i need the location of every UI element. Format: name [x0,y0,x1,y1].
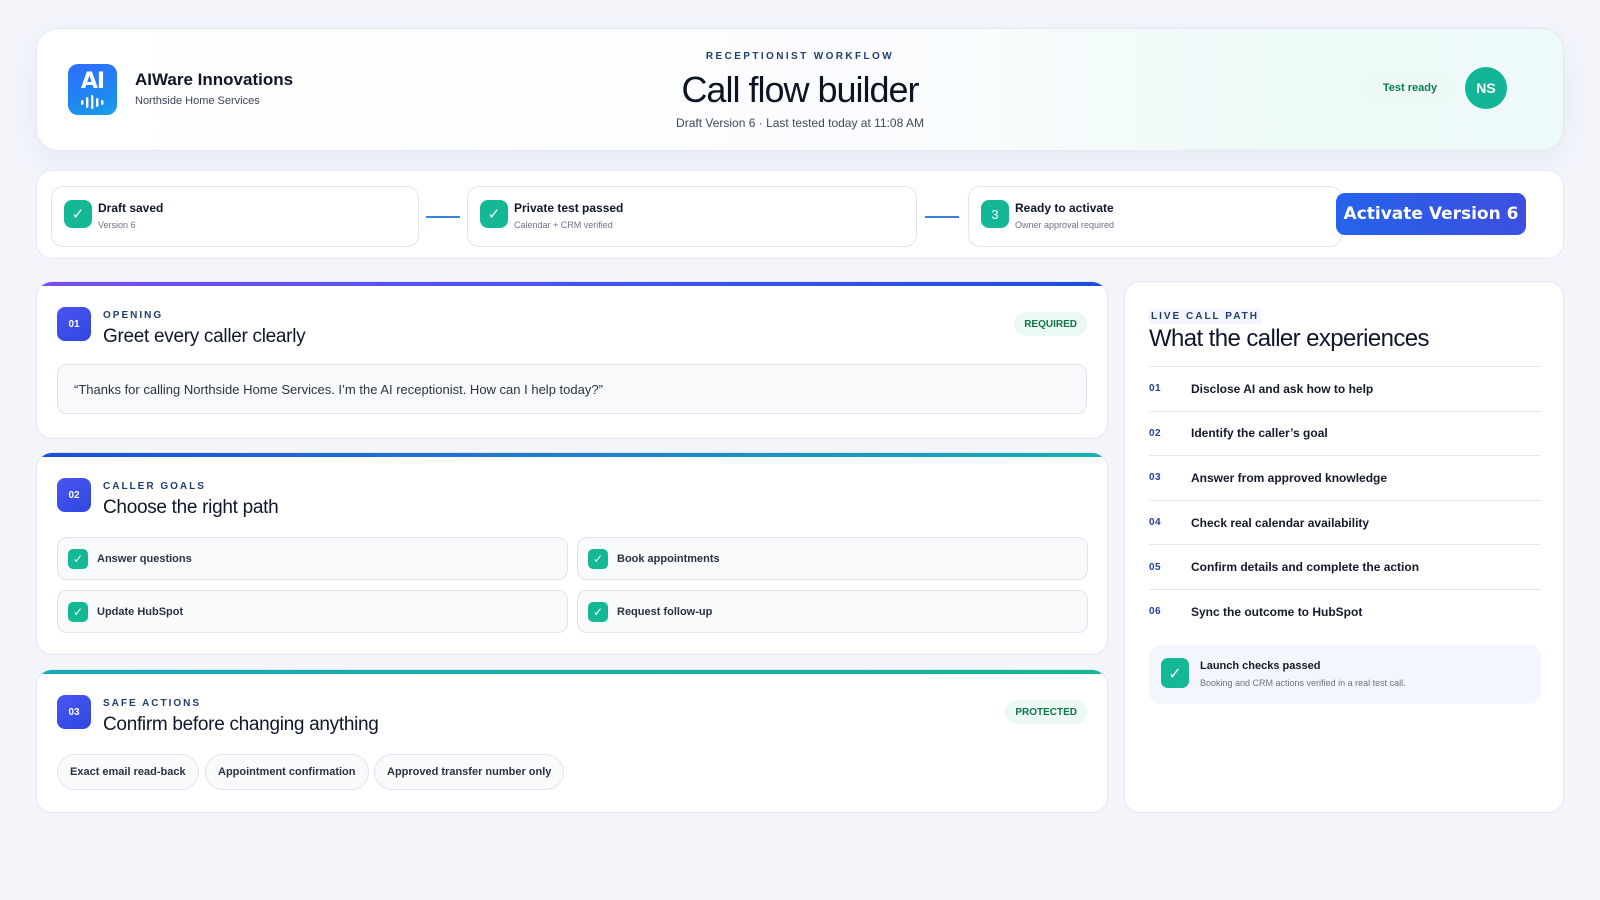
section-title: Greet every caller clearly [103,326,306,347]
goal-answer-questions[interactable]: ✓ Answer questions [57,537,568,580]
publish-steps: ✓ Draft saved Version 6 ✓ Private test p… [36,170,1564,259]
goal-label: Answer questions [97,552,192,565]
step-subtitle: Version 6 [98,220,136,230]
opening-section: 01 OPENING Greet every caller clearly RE… [36,281,1108,439]
section-eyebrow: CALLER GOALS [103,481,206,492]
section-title: Confirm before changing anything [103,714,379,735]
goal-label: Book appointments [617,552,720,565]
step-subtitle: Owner approval required [1015,220,1115,230]
page-title: Call flow builder [681,69,919,110]
path-step-number: 01 [1149,383,1162,395]
section-accent-bar [37,282,1107,286]
panel-title: What the caller experiences [1149,325,1430,352]
required-badge: REQUIRED [1014,312,1087,336]
test-ready-badge: Test ready [1365,74,1455,102]
version-status: Draft Version 6 · Last tested today at 1… [676,116,924,130]
pill-appointment-confirmation[interactable]: Appointment confirmation [205,754,369,790]
app-header: AI AIWare Innovations Northside Home Ser… [36,28,1564,151]
step-ready-to-activate: 3 Ready to activate Owner approval requi… [968,186,1342,247]
goal-book-appointments[interactable]: ✓ Book appointments [577,537,1088,580]
path-step-number: 03 [1149,472,1162,484]
step-title: Draft saved [98,201,164,215]
pill-approved-transfer[interactable]: Approved transfer number only [374,754,565,790]
check-icon: ✓ [68,548,88,569]
safe-actions-section: 03 SAFE ACTIONS Confirm before changing … [36,669,1108,813]
path-step-number: 06 [1149,606,1162,618]
section-title: Choose the right path [103,497,279,518]
goal-label: Update HubSpot [97,605,184,618]
path-step-label: Check real calendar availability [1191,515,1370,530]
check-icon: ✓ [1161,658,1189,688]
path-step[interactable]: 03 Answer from approved knowledge [1149,455,1541,500]
step-title: Ready to activate [1015,201,1114,215]
greeting-script[interactable]: “Thanks for calling Northside Home Servi… [57,364,1087,414]
check-icon: ✓ [64,200,92,228]
section-number: 01 [57,307,91,341]
section-eyebrow: SAFE ACTIONS [103,698,202,709]
check-icon: ✓ [68,601,88,622]
path-step-label: Identify the caller’s goal [1191,426,1328,441]
step-title: Private test passed [514,201,624,215]
step-subtitle: Calendar + CRM verified [514,220,613,230]
path-step[interactable]: 04 Check real calendar availability [1149,499,1541,545]
path-step[interactable]: 05 Confirm details and complete the acti… [1149,544,1541,589]
user-avatar[interactable]: NS [1465,67,1507,109]
section-number: 03 [57,695,91,729]
step-number: 3 [981,200,1009,228]
path-step[interactable]: 01 Disclose AI and ask how to help [1149,366,1541,411]
panel-eyebrow: LIVE CALL PATH [1149,309,1261,324]
launch-checks-callout: ✓ Launch checks passed Booking and CRM a… [1149,645,1541,704]
workflow-eyebrow: RECEPTIONIST WORKFLOW [705,51,895,62]
step-draft-saved: ✓ Draft saved Version 6 [51,186,419,247]
path-step-number: 05 [1149,561,1162,573]
path-step[interactable]: 06 Sync the outcome to HubSpot [1149,588,1541,634]
section-accent-bar [37,670,1107,674]
check-icon: ✓ [588,548,608,569]
call-path-list: 01 Disclose AI and ask how to help 02 Id… [1149,366,1541,634]
section-accent-bar [37,453,1107,457]
path-step[interactable]: 02 Identify the caller’s goal [1149,410,1541,456]
check-icon: ✓ [588,601,608,622]
goal-update-hubspot[interactable]: ✓ Update HubSpot [57,590,568,633]
step-connector [925,216,959,218]
step-private-test: ✓ Private test passed Calendar + CRM ver… [467,186,917,247]
check-icon: ✓ [480,200,508,228]
section-number: 02 [57,478,91,512]
launch-checks-title: Launch checks passed [1200,660,1321,672]
path-step-label: Disclose AI and ask how to help [1191,381,1374,396]
pill-email-read-back[interactable]: Exact email read-back [57,754,199,790]
activate-version-button[interactable]: Activate Version 6 [1336,193,1526,235]
path-step-label: Confirm details and complete the action [1191,560,1420,575]
goal-label: Request follow-up [617,605,713,618]
launch-checks-subtitle: Booking and CRM actions verified in a re… [1200,678,1406,688]
path-step-label: Answer from approved knowledge [1191,470,1388,485]
protected-badge: PROTECTED [1005,700,1087,724]
step-connector [426,216,460,218]
path-step-label: Sync the outcome to HubSpot [1191,604,1363,619]
path-step-number: 02 [1149,427,1162,439]
path-step-number: 04 [1149,517,1162,529]
live-call-path-panel: LIVE CALL PATH What the caller experienc… [1124,281,1564,813]
goal-request-follow-up[interactable]: ✓ Request follow-up [577,590,1088,633]
caller-goals-section: 02 CALLER GOALS Choose the right path ✓ … [36,452,1108,655]
section-eyebrow: OPENING [103,310,164,321]
